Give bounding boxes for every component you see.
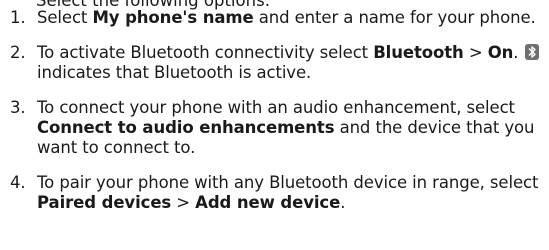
- step-text: To connect your phone with an audio enha…: [37, 98, 515, 117]
- option-add-new-device: Add new device: [195, 193, 341, 212]
- option-connect-audio-enhancements: Connect to audio enhancements: [37, 118, 335, 137]
- step-text: To pair your phone with any Bluetooth de…: [37, 173, 539, 192]
- step-1: 1. Select My phone's name and enter a na…: [0, 8, 549, 28]
- step-number: 1.: [10, 8, 26, 27]
- instructions-page: Select the following options: 1. Select …: [0, 0, 549, 250]
- bluetooth-icon: [524, 44, 539, 60]
- step-text: Select: [37, 8, 93, 27]
- option-paired-devices: Paired devices: [37, 193, 172, 212]
- steps-list: 1. Select My phone's name and enter a na…: [0, 8, 549, 228]
- path-separator: >: [463, 43, 488, 62]
- option-bluetooth: Bluetooth: [373, 43, 464, 62]
- path-separator: >: [171, 193, 196, 212]
- step-text: .: [513, 43, 519, 62]
- option-my-phones-name: My phone's name: [92, 8, 254, 27]
- step-4: 4. To pair your phone with any Bluetooth…: [0, 173, 549, 213]
- step-text: indicates that Bluetooth is active.: [37, 63, 312, 82]
- step-text: and enter a name for your phone.: [253, 8, 536, 27]
- step-number: 3.: [10, 98, 26, 117]
- step-text: To activate Bluetooth connectivity selec…: [37, 43, 374, 62]
- option-on: On: [487, 43, 514, 62]
- step-number: 4.: [10, 173, 26, 192]
- step-3: 3. To connect your phone with an audio e…: [0, 98, 549, 158]
- step-number: 2.: [10, 43, 26, 62]
- step-2: 2. To activate Bluetooth connectivity se…: [0, 43, 549, 83]
- step-text: .: [340, 193, 346, 212]
